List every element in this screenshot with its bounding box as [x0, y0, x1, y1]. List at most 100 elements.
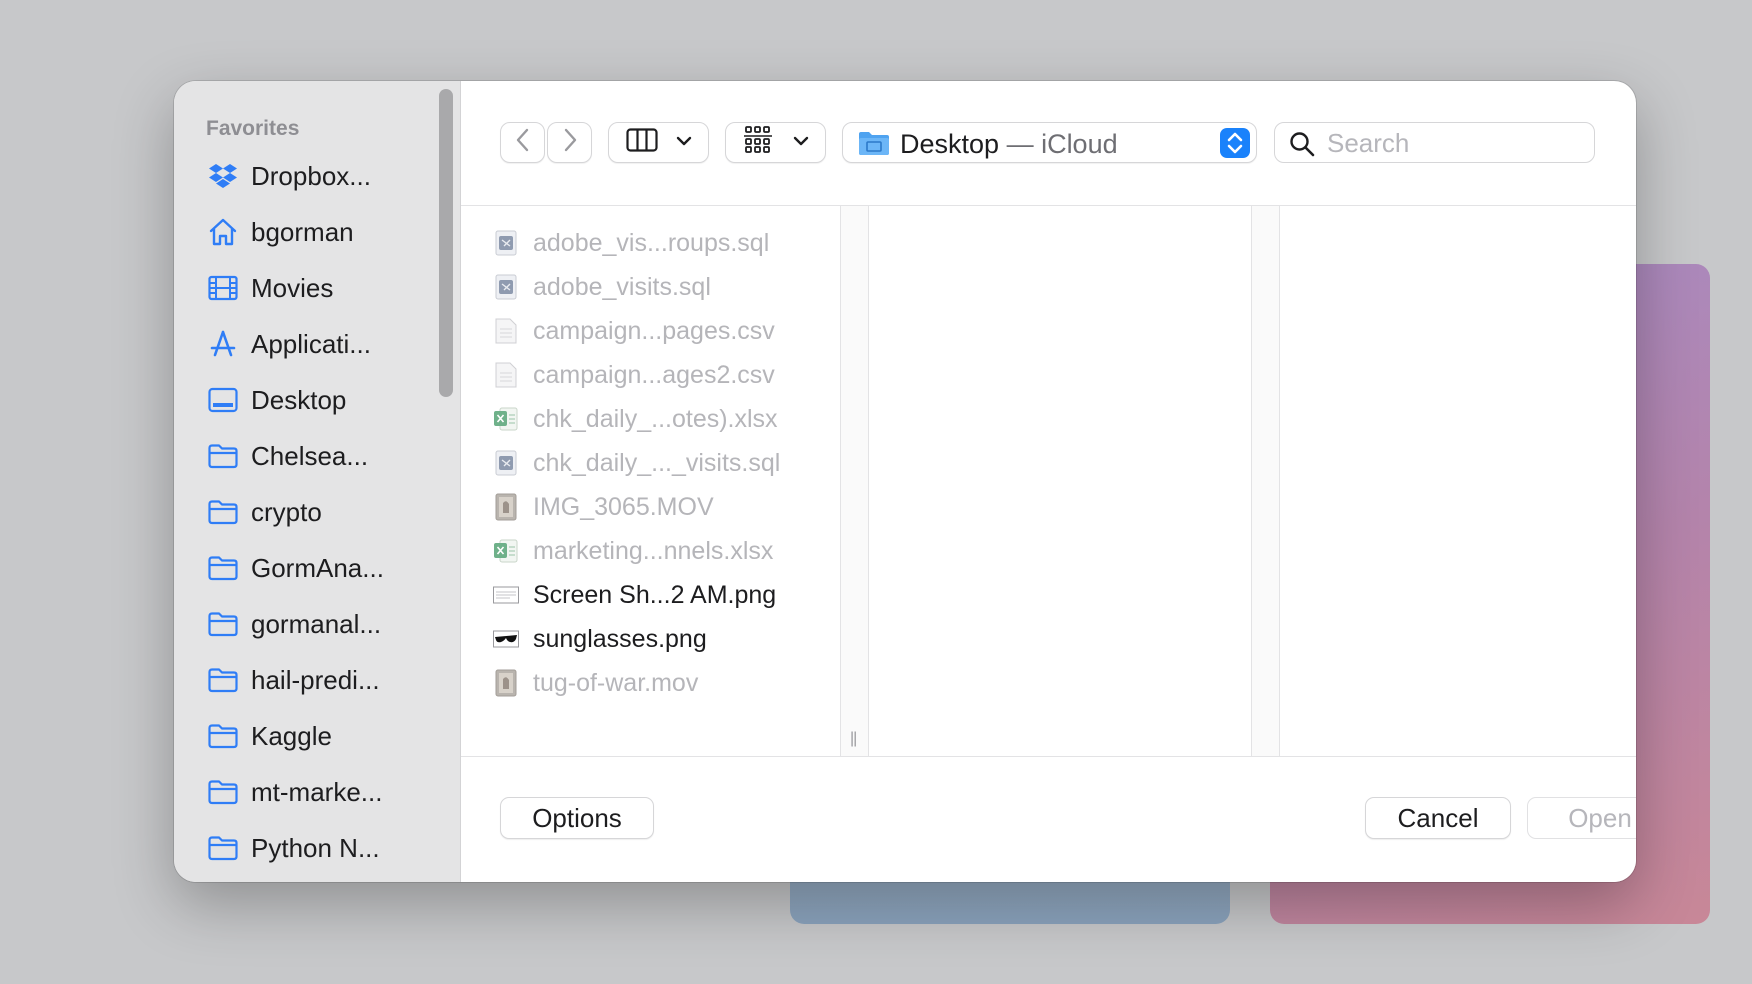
sidebar-heading-favorites: Favorites	[206, 117, 300, 140]
csv-file-icon	[493, 316, 519, 346]
open-button[interactable]: Open	[1527, 797, 1636, 839]
mov-file-icon	[493, 668, 519, 698]
sidebar-item[interactable]: GormAna...	[174, 540, 444, 596]
folder-icon	[207, 440, 239, 472]
file-row[interactable]: sunglasses.png	[493, 617, 833, 661]
png-screenshot-file-icon	[493, 580, 519, 610]
file-name: sunglasses.png	[533, 624, 707, 653]
location-label: Desktop — iCloud	[900, 129, 1118, 160]
xlsx-file-icon	[493, 404, 519, 434]
sidebar-item-label: Desktop	[251, 384, 347, 415]
sidebar-item[interactable]: hail-predi...	[174, 652, 444, 708]
view-mode-button[interactable]	[608, 122, 709, 163]
file-name: adobe_visits.sql	[533, 272, 711, 301]
open-file-dialog: Favorites Dropbox... bgorman Movies Applica…	[174, 81, 1636, 882]
sidebar-item[interactable]: Dropbox...	[174, 148, 444, 204]
column-browser: adobe_vis...roups.sql adobe_visits.sqlcam…	[461, 206, 1636, 756]
chevron-left-icon	[515, 127, 531, 158]
sidebar-item[interactable]: mt-marke...	[174, 764, 444, 820]
file-row: campaign...pages.csv	[493, 309, 833, 353]
search-icon	[1289, 131, 1315, 162]
column-empty-3	[1280, 206, 1636, 756]
file-list: adobe_vis...roups.sql adobe_visits.sqlcam…	[493, 221, 833, 705]
options-button[interactable]: Options	[500, 797, 654, 839]
sidebar-item-label: Chelsea...	[251, 440, 369, 471]
chevron-down-icon	[676, 134, 692, 152]
film-icon	[207, 272, 239, 304]
forward-button[interactable]	[547, 122, 592, 163]
file-row: IMG_3065.MOV	[493, 485, 833, 529]
sidebar-scrollbar[interactable]	[439, 89, 453, 397]
file-name: IMG_3065.MOV	[533, 492, 714, 521]
desktop-icon	[207, 384, 239, 416]
folder-icon	[207, 608, 239, 640]
popup-stepper-icon	[1220, 128, 1250, 163]
columns-view-icon	[625, 128, 658, 157]
file-row: campaign...ages2.csv	[493, 353, 833, 397]
file-row[interactable]: Screen Sh...2 AM.png	[493, 573, 833, 617]
folder-icon	[207, 664, 239, 696]
home-icon	[207, 216, 239, 248]
file-name: chk_daily_..._visits.sql	[533, 448, 781, 477]
folder-icon	[207, 776, 239, 808]
sidebar-item[interactable]: Movies	[174, 260, 444, 316]
png-sunglasses-file-icon	[493, 624, 519, 654]
sidebar-item[interactable]: gormanal...	[174, 596, 444, 652]
sidebar-item-label: Movies	[251, 272, 334, 303]
column-desktop: adobe_vis...roups.sql adobe_visits.sqlcam…	[461, 206, 841, 756]
sidebar-item[interactable]: Applicati...	[174, 316, 444, 372]
sidebar-item-label: Kaggle	[251, 720, 332, 751]
toolbar: Desktop — iCloud	[461, 81, 1636, 206]
file-name: adobe_vis...roups.sql	[533, 228, 770, 257]
back-button[interactable]	[500, 122, 545, 163]
location-popup[interactable]: Desktop — iCloud	[842, 122, 1257, 163]
chevron-down-icon	[793, 134, 809, 152]
sidebar: Favorites Dropbox... bgorman Movies Applica…	[174, 81, 461, 882]
file-name: tug-of-war.mov	[533, 668, 699, 697]
resize-handle-icon: ||	[850, 730, 857, 747]
sql-file-icon	[493, 272, 519, 302]
sidebar-item[interactable]: crypto	[174, 484, 444, 540]
sidebar-item-label: Python N...	[251, 832, 380, 863]
mov-file-icon	[493, 492, 519, 522]
file-row: adobe_vis...roups.sql	[493, 221, 833, 265]
file-name: campaign...pages.csv	[533, 316, 775, 345]
folder-icon	[207, 496, 239, 528]
dialog-footer: Options Cancel Open	[461, 756, 1636, 882]
file-name: marketing...nnels.xlsx	[533, 536, 774, 565]
group-by-button[interactable]	[725, 122, 826, 163]
cancel-button[interactable]: Cancel	[1365, 797, 1511, 839]
grid-group-icon	[743, 126, 773, 159]
xlsx-file-icon	[493, 536, 519, 566]
search-input[interactable]	[1327, 128, 1587, 158]
sidebar-item-label: crypto	[251, 496, 322, 527]
sidebar-item[interactable]: Kaggle	[174, 708, 444, 764]
sidebar-item-label: gormanal...	[251, 608, 382, 639]
file-row: adobe_visits.sql	[493, 265, 833, 309]
sidebar-item[interactable]: bgorman	[174, 204, 444, 260]
dropbox-icon	[207, 160, 239, 192]
sql-file-icon	[493, 448, 519, 478]
column-empty-2	[869, 206, 1252, 756]
folder-icon	[207, 832, 239, 864]
file-row: chk_daily_...otes).xlsx	[493, 397, 833, 441]
sidebar-item-label: bgorman	[251, 216, 354, 247]
sidebar-item-label: mt-marke...	[251, 776, 383, 807]
sidebar-item[interactable]: Python N...	[174, 820, 444, 876]
column-resizer[interactable]	[1252, 206, 1280, 756]
sidebar-item-label: Applicati...	[251, 328, 371, 359]
sidebar-item[interactable]: Chelsea...	[174, 428, 444, 484]
file-row: chk_daily_..._visits.sql	[493, 441, 833, 485]
search-field[interactable]	[1274, 122, 1595, 163]
sidebar-item-label: Dropbox...	[251, 160, 371, 191]
file-name: chk_daily_...otes).xlsx	[533, 404, 778, 433]
column-resizer[interactable]: ||	[841, 206, 869, 756]
sidebar-item-label: hail-predi...	[251, 664, 380, 695]
file-name: campaign...ages2.csv	[533, 360, 775, 389]
chevron-right-icon	[562, 127, 578, 158]
file-name: Screen Sh...2 AM.png	[533, 580, 777, 609]
file-row: marketing...nnels.xlsx	[493, 529, 833, 573]
sidebar-item[interactable]: Desktop	[174, 372, 444, 428]
location-name: Desktop	[900, 129, 1000, 159]
folder-icon	[207, 552, 239, 584]
